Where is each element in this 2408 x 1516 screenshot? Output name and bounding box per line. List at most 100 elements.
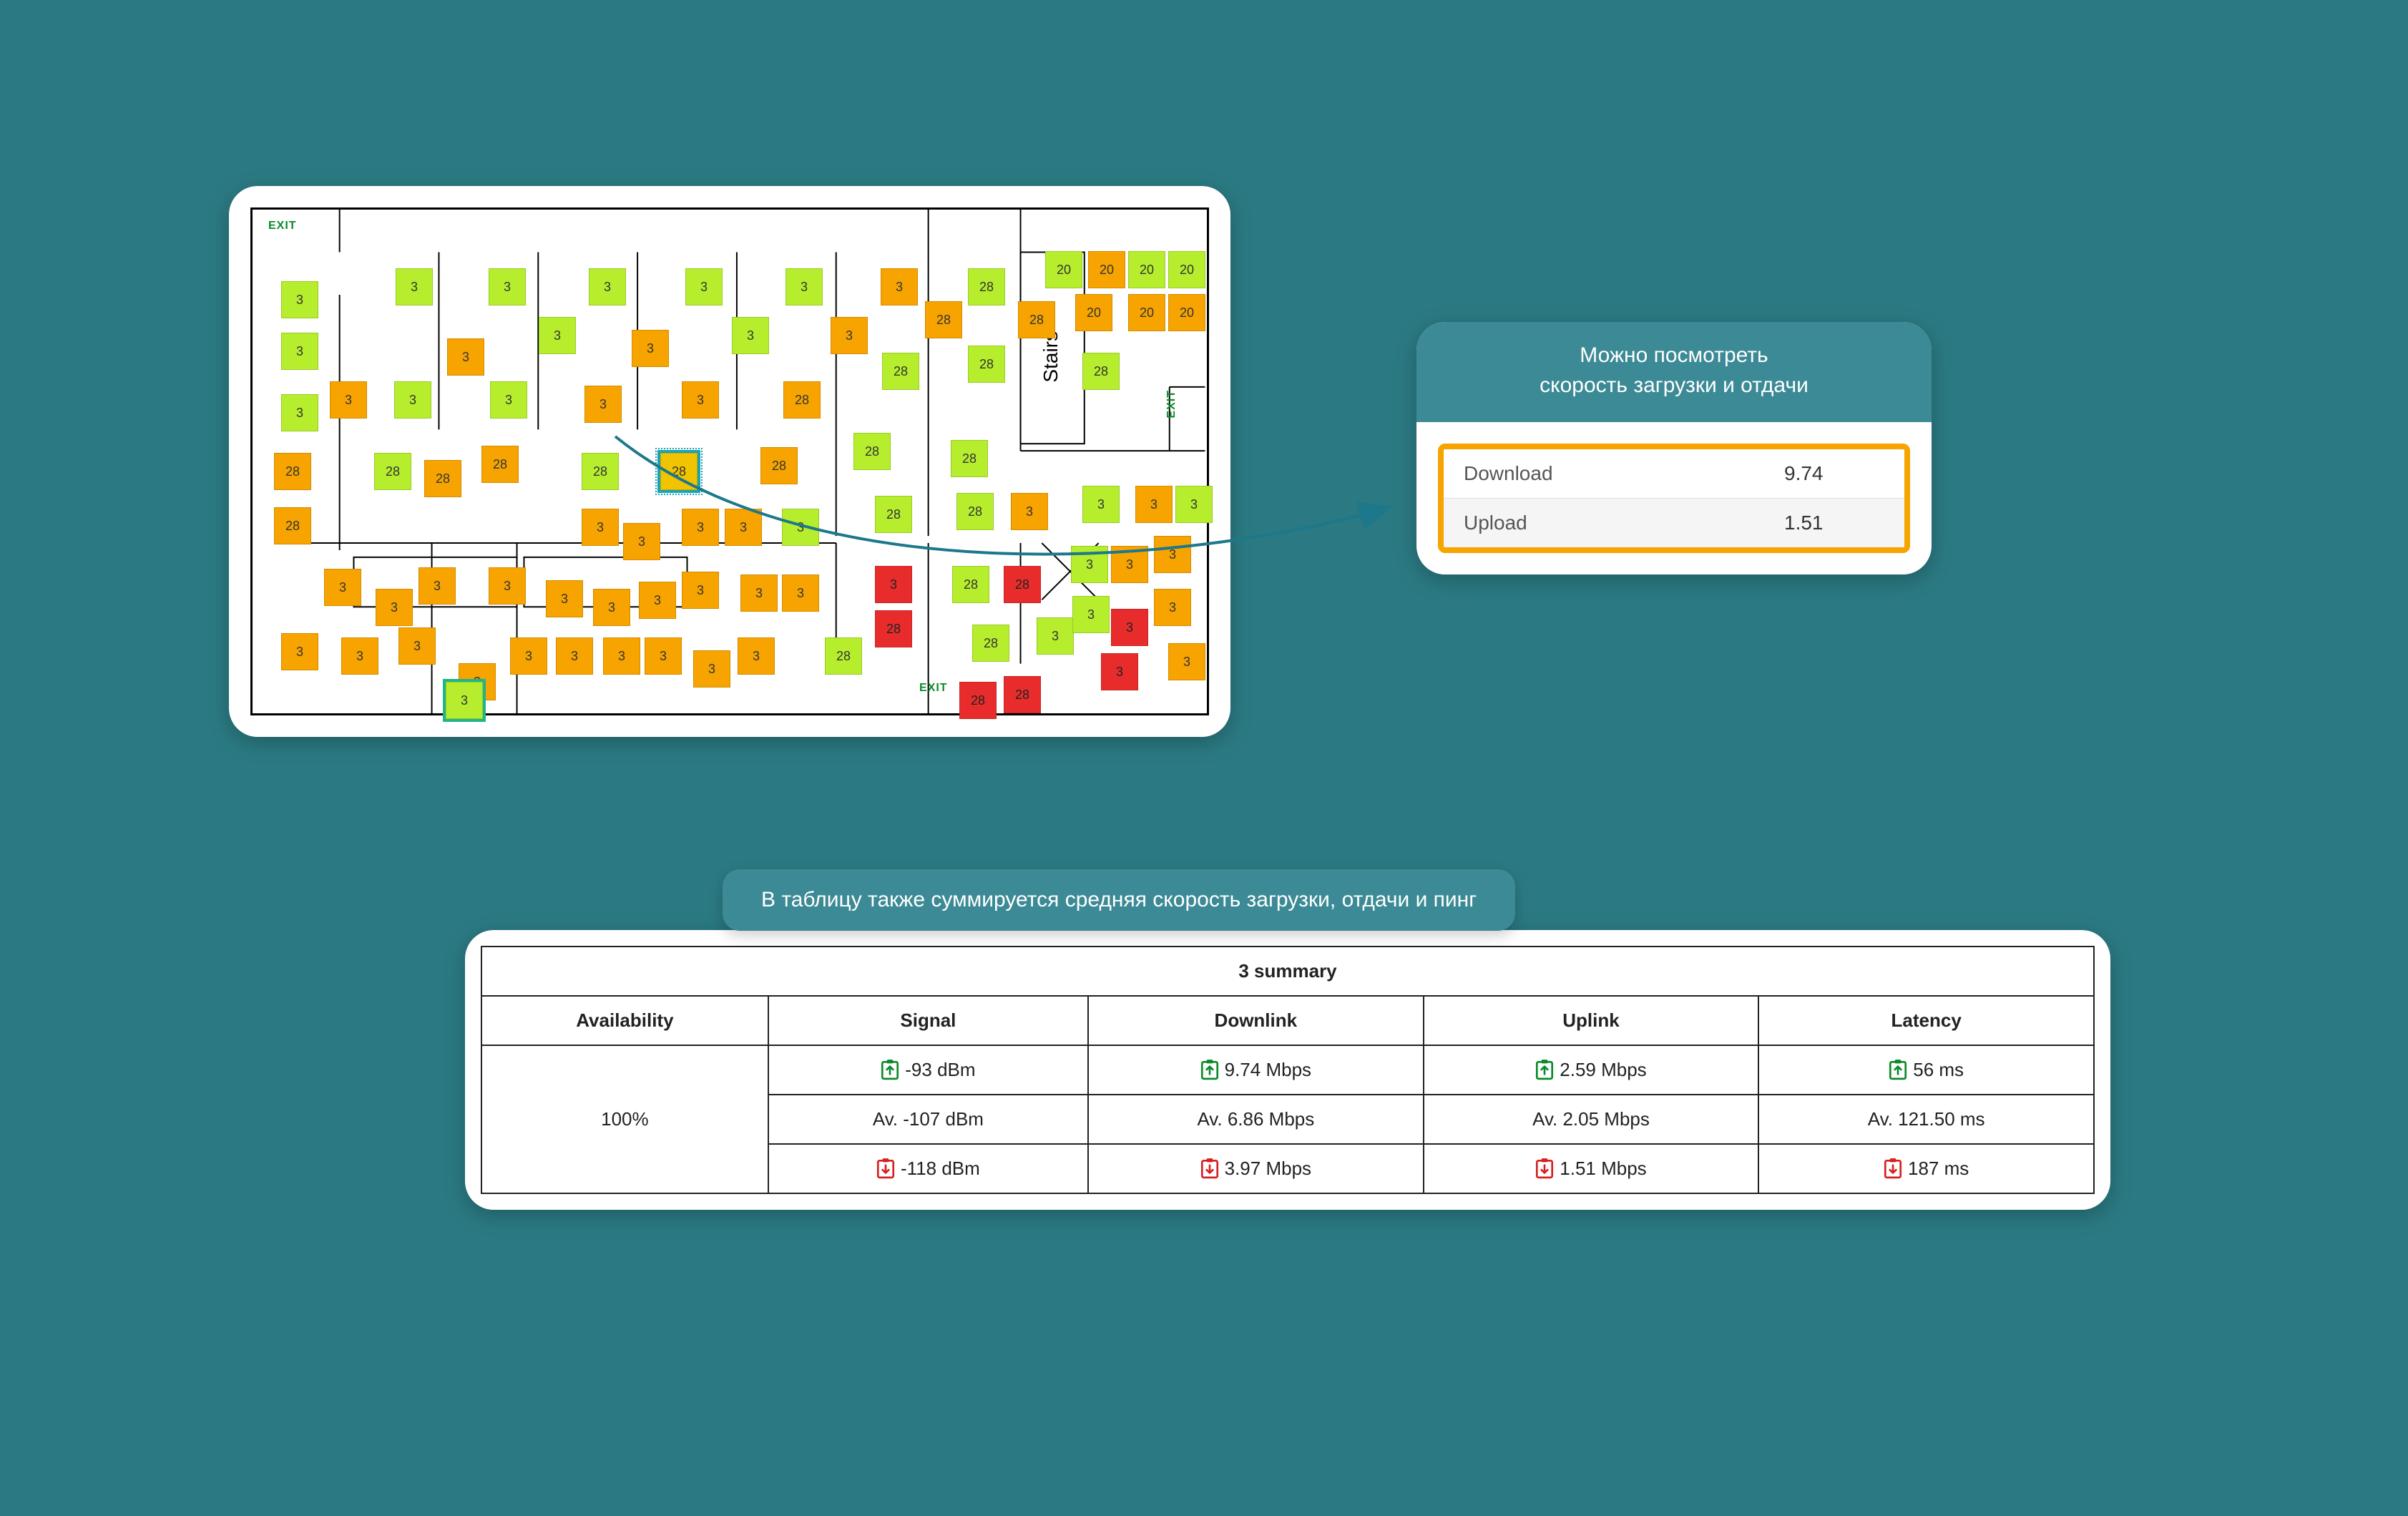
heatmap-zone[interactable]: 3 xyxy=(1082,486,1120,523)
heatmap-zone[interactable]: 28 xyxy=(972,625,1009,662)
heatmap-zone[interactable]: 3 xyxy=(782,509,819,546)
heatmap-zone[interactable]: 3 xyxy=(556,637,593,675)
heatmap-zone[interactable]: 3 xyxy=(1154,536,1191,573)
heatmap-zone[interactable]: 28 xyxy=(274,453,311,490)
heatmap-zone[interactable]: 3 xyxy=(1011,493,1048,530)
heatmap-zone[interactable]: 28 xyxy=(875,496,912,533)
heatmap-zone[interactable]: 3 xyxy=(376,589,413,626)
heatmap-zone[interactable]: 3 xyxy=(1072,596,1110,633)
heatmap-zone[interactable]: 3 xyxy=(490,381,527,419)
heatmap-zone[interactable]: 3 xyxy=(281,333,318,370)
heatmap-zone[interactable]: 3 xyxy=(632,330,669,367)
heatmap-zone[interactable]: 3 xyxy=(281,394,318,431)
heatmap-zone[interactable]: 3 xyxy=(1111,546,1148,583)
heatmap-zone[interactable]: 28 xyxy=(951,440,988,477)
heatmap-zone[interactable]: 28 xyxy=(956,493,994,530)
heatmap-zone[interactable]: 28 xyxy=(968,346,1005,383)
heatmap-zone[interactable]: 28 xyxy=(374,453,411,490)
heatmap-zone[interactable]: 20 xyxy=(1128,251,1165,288)
heatmap-zone[interactable]: 3 xyxy=(875,566,912,603)
heatmap-zone[interactable]: 3 xyxy=(881,268,918,305)
heatmap-zone[interactable]: 3 xyxy=(582,509,619,546)
heatmap-zone[interactable]: 3 xyxy=(645,637,682,675)
upload-label: Upload xyxy=(1464,512,1784,534)
heatmap-zone[interactable]: 3 xyxy=(281,281,318,318)
heatmap-zone[interactable]: 3 xyxy=(682,381,719,419)
heatmap-zone[interactable]: 28 xyxy=(925,301,962,338)
heatmap-zone[interactable]: 3 xyxy=(593,589,630,626)
heatmap-zone[interactable]: 28 xyxy=(959,682,997,719)
heatmap-zone[interactable]: 28 xyxy=(760,447,798,484)
heatmap-zone[interactable]: 28 xyxy=(952,566,989,603)
heatmap-zone[interactable]: 3 xyxy=(732,317,769,354)
heatmap-zone[interactable]: 28 xyxy=(853,433,891,470)
heatmap-zone[interactable]: 28 xyxy=(1004,566,1041,603)
heatmap-zone[interactable]: 28 xyxy=(783,381,821,419)
heatmap-zone[interactable]: 3 xyxy=(623,523,660,560)
heatmap-zone[interactable]: 3 xyxy=(446,682,483,719)
heatmap-zone[interactable]: 3 xyxy=(682,572,719,609)
heatmap-zone[interactable]: 3 xyxy=(489,268,526,305)
heatmap-zone[interactable]: 3 xyxy=(1168,643,1205,680)
heatmap-zone[interactable]: 3 xyxy=(396,268,433,305)
heatmap-zone[interactable]: 3 xyxy=(639,582,676,619)
heatmap-zone[interactable]: 3 xyxy=(1037,617,1074,655)
exit-label: EXIT xyxy=(268,220,297,233)
heatmap-zone[interactable]: 3 xyxy=(1071,546,1108,583)
floorplan-heatmap[interactable]: EXITEXITEXITStairs3333333282020202033333… xyxy=(250,207,1209,715)
heatmap-zone[interactable]: 3 xyxy=(725,509,762,546)
heatmap-zone[interactable]: 3 xyxy=(603,637,640,675)
heatmap-zone[interactable]: 20 xyxy=(1075,294,1112,331)
heatmap-zone[interactable]: 3 xyxy=(539,317,576,354)
heatmap-zone[interactable]: 3 xyxy=(682,509,719,546)
heatmap-zone[interactable]: 3 xyxy=(589,268,626,305)
download-row: Download 9.74 xyxy=(1444,449,1904,498)
heatmap-zone[interactable]: 3 xyxy=(489,567,526,605)
heatmap-zone[interactable]: 3 xyxy=(785,268,823,305)
col-downlink: Downlink xyxy=(1088,996,1424,1045)
heatmap-zone[interactable]: 3 xyxy=(738,637,775,675)
heatmap-zone[interactable]: 28 xyxy=(582,453,619,490)
heatmap-zone[interactable]: 3 xyxy=(419,567,456,605)
heatmap-zone[interactable]: 3 xyxy=(510,637,547,675)
heatmap-zone[interactable]: 28 xyxy=(968,268,1005,305)
heatmap-zone[interactable]: 3 xyxy=(447,338,484,376)
heatmap-zone[interactable]: 3 xyxy=(324,569,361,606)
heatmap-zone[interactable]: 20 xyxy=(1168,251,1205,288)
heatmap-zone[interactable]: 3 xyxy=(1154,589,1191,626)
heatmap-zone[interactable]: 20 xyxy=(1088,251,1125,288)
heatmap-zone[interactable]: 3 xyxy=(782,574,819,612)
heatmap-zone[interactable]: 3 xyxy=(1175,486,1213,523)
heatmap-zone[interactable]: 28 xyxy=(825,637,862,675)
heatmap-zone[interactable]: 28 xyxy=(274,507,311,544)
heatmap-zone[interactable]: 3 xyxy=(546,580,583,617)
clipboard-up-icon xyxy=(1200,1059,1219,1080)
heatmap-zone[interactable]: 20 xyxy=(1128,294,1165,331)
heatmap-zone[interactable]: 3 xyxy=(281,633,318,670)
heatmap-zone[interactable]: 20 xyxy=(1045,251,1082,288)
heatmap-zone[interactable]: 3 xyxy=(1111,609,1148,646)
avg-signal: Av. -107 dBm xyxy=(768,1095,1088,1144)
col-latency: Latency xyxy=(1758,996,2094,1045)
heatmap-zone[interactable]: 3 xyxy=(584,386,622,423)
heatmap-zone[interactable]: 28 xyxy=(1082,353,1120,390)
heatmap-zone[interactable]: 3 xyxy=(685,268,723,305)
heatmap-zone[interactable]: 3 xyxy=(398,627,436,665)
heatmap-zone[interactable]: 3 xyxy=(341,637,378,675)
heatmap-zone[interactable]: 3 xyxy=(693,650,730,688)
upload-value: 1.51 xyxy=(1784,512,1884,534)
heatmap-zone[interactable]: 3 xyxy=(1135,486,1173,523)
heatmap-zone[interactable]: 20 xyxy=(1168,294,1205,331)
heatmap-zone[interactable]: 3 xyxy=(831,317,868,354)
heatmap-zone[interactable]: 28 xyxy=(1004,676,1041,713)
heatmap-zone[interactable]: 3 xyxy=(394,381,431,419)
heatmap-zone[interactable]: 3 xyxy=(330,381,367,419)
heatmap-zone[interactable]: 28 xyxy=(660,453,698,490)
heatmap-zone[interactable]: 28 xyxy=(1018,301,1055,338)
heatmap-zone[interactable]: 3 xyxy=(740,574,778,612)
heatmap-zone[interactable]: 28 xyxy=(882,353,919,390)
heatmap-zone[interactable]: 28 xyxy=(875,610,912,647)
heatmap-zone[interactable]: 28 xyxy=(481,446,519,483)
heatmap-zone[interactable]: 3 xyxy=(1101,653,1138,690)
heatmap-zone[interactable]: 28 xyxy=(424,460,461,497)
